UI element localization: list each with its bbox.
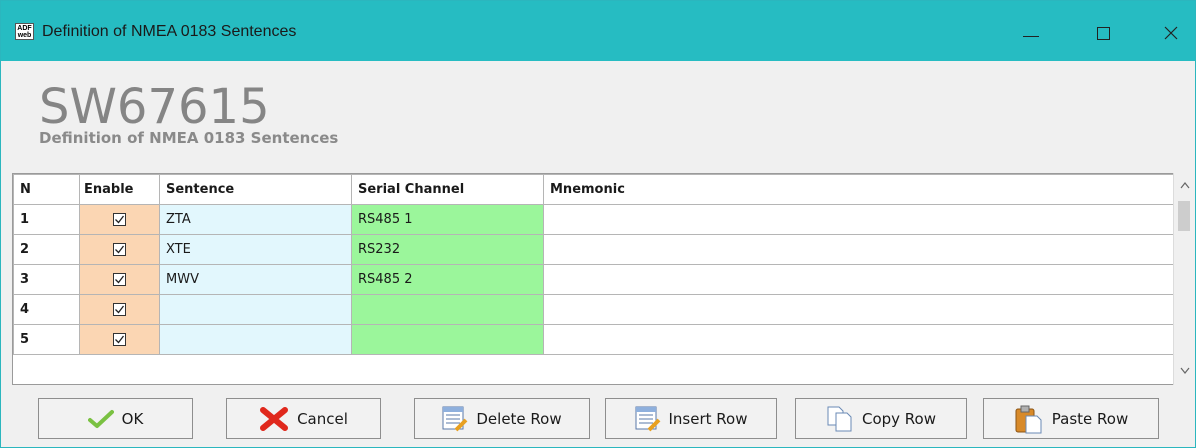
table-delete-icon bbox=[442, 406, 468, 432]
paste-row-button-label: Paste Row bbox=[1051, 409, 1129, 428]
mnemonic-cell[interactable] bbox=[543, 234, 1176, 265]
scroll-down-icon[interactable] bbox=[1180, 367, 1190, 375]
page-subtitle: Definition of NMEA 0183 Sentences bbox=[39, 129, 339, 147]
insert-row-button[interactable]: Insert Row bbox=[605, 398, 777, 439]
row-number: 3 bbox=[13, 264, 80, 295]
column-header-sentence[interactable]: Sentence bbox=[159, 174, 352, 205]
copy-row-button[interactable]: Copy Row bbox=[795, 398, 967, 439]
enable-cell[interactable] bbox=[79, 264, 160, 295]
copy-row-button-label: Copy Row bbox=[861, 409, 936, 428]
mnemonic-cell[interactable] bbox=[543, 294, 1176, 325]
serial-channel-cell[interactable]: RS485 2 bbox=[351, 264, 544, 295]
serial-channel-cell[interactable] bbox=[351, 324, 544, 355]
delete-row-button-label: Delete Row bbox=[476, 409, 562, 428]
mnemonic-cell[interactable] bbox=[543, 204, 1176, 235]
mnemonic-cell[interactable] bbox=[543, 324, 1176, 355]
vertical-scrollbar[interactable] bbox=[1173, 173, 1195, 385]
scrollbar-thumb[interactable] bbox=[1178, 201, 1190, 231]
sentences-grid: N Enable Sentence Serial Channel Mnemoni… bbox=[12, 173, 1186, 385]
maximize-icon bbox=[1096, 26, 1110, 40]
column-header-n[interactable]: N bbox=[13, 174, 80, 205]
delete-row-button[interactable]: Delete Row bbox=[414, 398, 590, 439]
sentence-cell[interactable] bbox=[159, 324, 352, 355]
enable-checkbox[interactable] bbox=[113, 243, 126, 256]
row-number: 2 bbox=[13, 234, 80, 265]
cancel-button-label: Cancel bbox=[297, 409, 348, 428]
row-number: 5 bbox=[13, 324, 80, 355]
title-bar: ADF web Definition of NMEA 0183 Sentences bbox=[1, 1, 1195, 61]
table-row[interactable]: 2 XTE RS232 bbox=[13, 234, 1176, 265]
insert-row-button-label: Insert Row bbox=[668, 409, 748, 428]
ok-button-label: OK bbox=[121, 409, 144, 428]
table-row[interactable]: 1 ZTA RS485 1 bbox=[13, 204, 1176, 235]
scroll-up-icon[interactable] bbox=[1180, 181, 1190, 189]
checkmark-icon bbox=[87, 409, 114, 429]
cancel-button[interactable]: Cancel bbox=[226, 398, 381, 439]
sentence-cell[interactable]: XTE bbox=[159, 234, 352, 265]
enable-checkbox[interactable] bbox=[113, 213, 126, 226]
clipboard-paste-icon bbox=[1014, 404, 1044, 434]
serial-channel-cell[interactable]: RS485 1 bbox=[351, 204, 544, 235]
table-row[interactable]: 4 bbox=[13, 294, 1176, 325]
table-row[interactable]: 5 bbox=[13, 324, 1176, 355]
enable-cell[interactable] bbox=[79, 324, 160, 355]
app-icon: ADF web bbox=[15, 23, 34, 40]
column-header-serial-channel[interactable]: Serial Channel bbox=[351, 174, 544, 205]
paste-row-button[interactable]: Paste Row bbox=[983, 398, 1159, 439]
maximize-button[interactable] bbox=[1079, 9, 1127, 57]
minimize-button[interactable] bbox=[1007, 9, 1055, 57]
enable-cell[interactable] bbox=[79, 294, 160, 325]
serial-channel-cell[interactable] bbox=[351, 294, 544, 325]
sentences-table: N Enable Sentence Serial Channel Mnemoni… bbox=[13, 174, 1176, 355]
row-number: 4 bbox=[13, 294, 80, 325]
red-x-icon bbox=[259, 406, 289, 432]
sentence-cell[interactable]: ZTA bbox=[159, 204, 352, 235]
close-button[interactable] bbox=[1147, 9, 1195, 57]
window-title: Definition of NMEA 0183 Sentences bbox=[42, 23, 297, 40]
enable-cell[interactable] bbox=[79, 234, 160, 265]
page-title: SW67615 bbox=[39, 79, 270, 135]
copy-pages-icon bbox=[826, 405, 854, 433]
minimize-icon bbox=[1023, 35, 1039, 37]
sentence-cell[interactable]: MWV bbox=[159, 264, 352, 295]
column-header-mnemonic[interactable]: Mnemonic bbox=[543, 174, 1176, 205]
enable-cell[interactable] bbox=[79, 204, 160, 235]
row-number: 1 bbox=[13, 204, 80, 235]
enable-checkbox[interactable] bbox=[113, 303, 126, 316]
table-insert-icon bbox=[635, 406, 661, 432]
mnemonic-cell[interactable] bbox=[543, 264, 1176, 295]
serial-channel-cell[interactable]: RS232 bbox=[351, 234, 544, 265]
ok-button[interactable]: OK bbox=[38, 398, 193, 439]
column-header-enable[interactable]: Enable bbox=[79, 174, 160, 205]
enable-checkbox[interactable] bbox=[113, 273, 126, 286]
table-row[interactable]: 3 MWV RS485 2 bbox=[13, 264, 1176, 295]
dialog-window: ADF web Definition of NMEA 0183 Sentences… bbox=[0, 0, 1196, 448]
sentence-cell[interactable] bbox=[159, 294, 352, 325]
enable-checkbox[interactable] bbox=[113, 333, 126, 346]
close-icon bbox=[1164, 26, 1178, 40]
table-header-row: N Enable Sentence Serial Channel Mnemoni… bbox=[13, 174, 1176, 205]
